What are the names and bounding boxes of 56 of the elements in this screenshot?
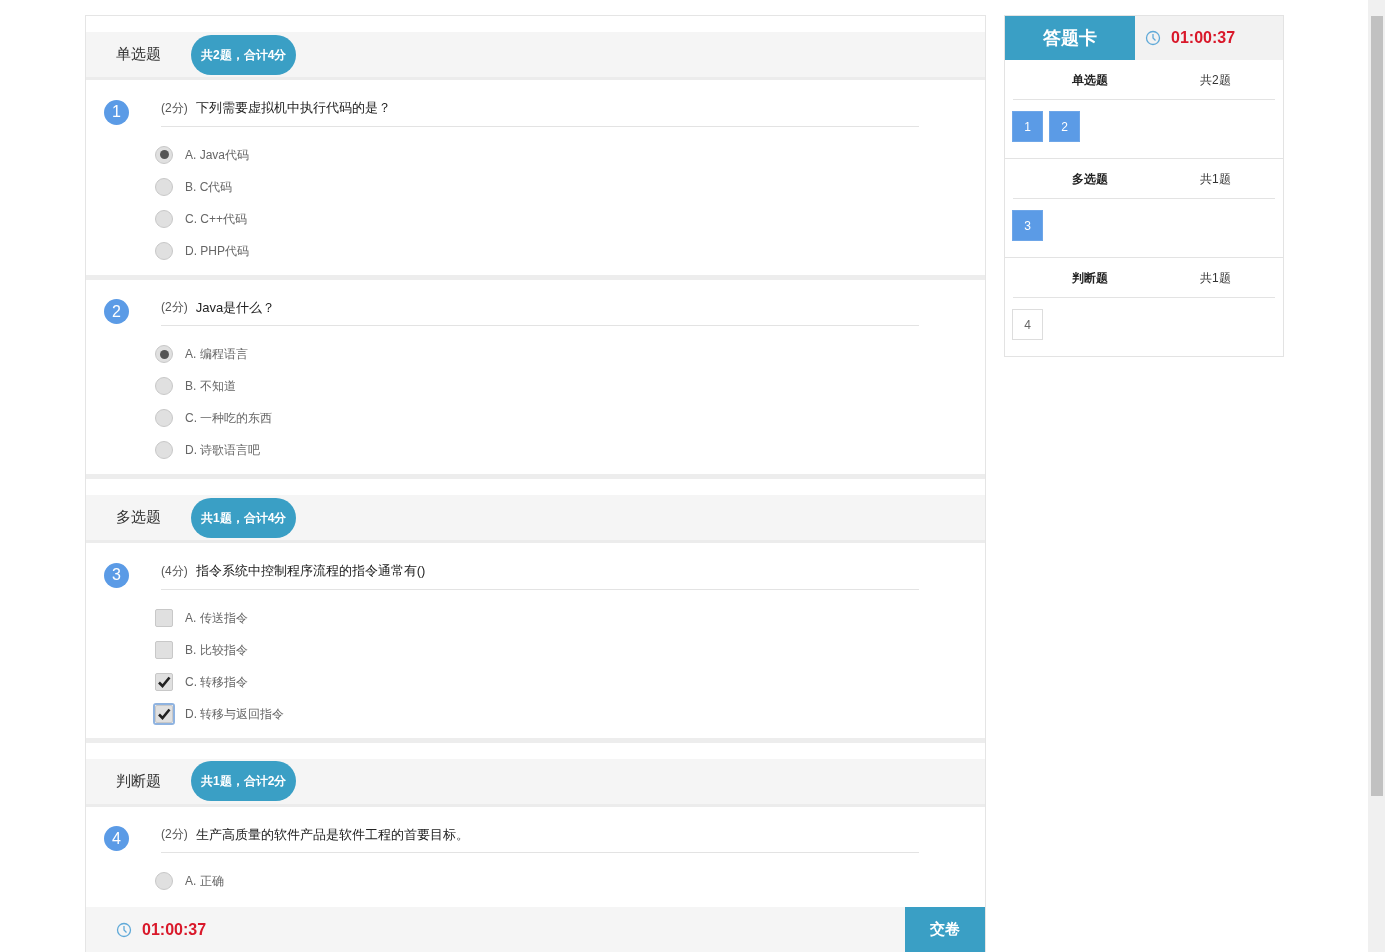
option-label[interactable]: D. PHP代码 xyxy=(185,241,249,260)
question-number: 1 xyxy=(104,99,129,125)
option-label[interactable]: B. 比较指令 xyxy=(185,640,248,659)
radio-button[interactable] xyxy=(155,177,173,196)
question-score: (2分) xyxy=(161,99,188,117)
option-label[interactable]: A. 传送指令 xyxy=(185,608,248,627)
radio-button[interactable] xyxy=(155,441,173,459)
section-title: 多选题 xyxy=(116,507,161,528)
question-score: (4分) xyxy=(161,562,188,580)
question-score: (2分) xyxy=(161,299,188,317)
option-label[interactable]: B. C代码 xyxy=(185,177,233,196)
option-label[interactable]: D. 诗歌语言吧 xyxy=(185,441,261,459)
summary-badge: 共1题，合计2分 xyxy=(191,761,297,801)
group-title: 多选题 xyxy=(1072,170,1108,188)
checkbox[interactable] xyxy=(155,672,173,691)
card-title: 答题卡 xyxy=(1005,16,1135,60)
question-score: (2分) xyxy=(161,826,188,844)
option-label[interactable]: A. 正确 xyxy=(185,872,224,890)
radio-button[interactable] xyxy=(155,209,173,228)
option-label[interactable]: D. 转移与返回指令 xyxy=(185,704,285,723)
checkbox[interactable] xyxy=(155,608,173,627)
option-label[interactable]: A. Java代码 xyxy=(185,145,250,164)
countdown-timer: 01:00:37 xyxy=(142,919,207,940)
question-number: 3 xyxy=(104,562,129,588)
section-title: 判断题 xyxy=(116,770,161,791)
question-text: 生产高质量的软件产品是软件工程的首要目标。 xyxy=(195,825,469,844)
question-number: 2 xyxy=(104,299,129,325)
option-label[interactable]: C. 转移指令 xyxy=(185,672,249,691)
option-label[interactable]: A. 编程语言 xyxy=(185,345,248,363)
option-label[interactable]: B. 不知道 xyxy=(185,377,236,395)
radio-button[interactable] xyxy=(155,872,173,890)
question-text: 指令系统中控制程序流程的指令通常有() xyxy=(195,562,426,580)
summary-badge: 共1题，合计4分 xyxy=(191,497,297,538)
question-link[interactable]: 4 xyxy=(1012,309,1043,340)
radio-button[interactable] xyxy=(155,345,173,363)
question-number: 4 xyxy=(104,826,129,852)
scrollbar[interactable] xyxy=(1368,0,1385,952)
summary-badge: 共2题，合计4分 xyxy=(191,34,297,75)
radio-button[interactable] xyxy=(155,409,173,427)
option-label[interactable]: C. 一种吃的东西 xyxy=(185,409,273,427)
clock-icon xyxy=(1145,30,1161,46)
group-title: 判断题 xyxy=(1072,269,1108,287)
countdown-timer: 01:00:37 xyxy=(1171,28,1236,48)
section-title: 单选题 xyxy=(116,44,161,65)
radio-button[interactable] xyxy=(155,145,173,164)
radio-button[interactable] xyxy=(155,377,173,395)
question-text: 下列需要虚拟机中执行代码的是？ xyxy=(195,99,391,117)
radio-button[interactable] xyxy=(155,241,173,260)
checkbox[interactable] xyxy=(155,640,173,659)
group-count: 共2题 xyxy=(1200,71,1231,89)
option-label[interactable]: C. C++代码 xyxy=(185,209,247,228)
group-title: 单选题 xyxy=(1072,71,1108,89)
question-text: Java是什么？ xyxy=(195,298,276,317)
group-count: 共1题 xyxy=(1200,269,1231,287)
group-count: 共1题 xyxy=(1200,170,1231,188)
clock-icon xyxy=(116,921,132,938)
